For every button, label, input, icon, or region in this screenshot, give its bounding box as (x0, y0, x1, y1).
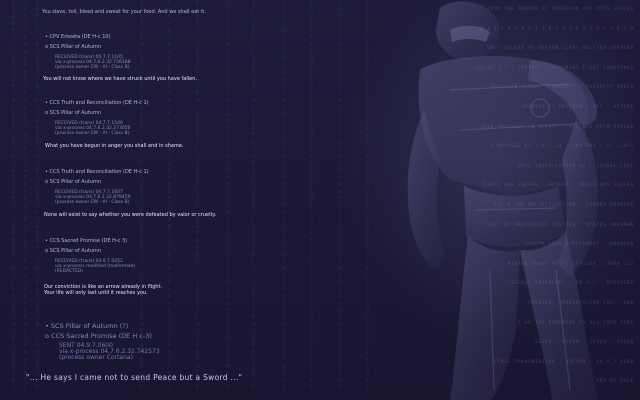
block-1-meta-3: (process owner EW - Al - Class B) (55, 65, 130, 70)
signature-quote: "... He says I came not to send Peace bu… (26, 373, 243, 382)
block-4-quote-line-2: Your life will only last until it reache… (44, 290, 148, 296)
block-4-sender: • CCS Sacred Promise (DE H-c 3) (45, 238, 128, 244)
block-1-sender: • CPV Erkeeta (DE H-c 10) (45, 34, 111, 40)
block-2-recipient: o SCS Pillar of Autumn (45, 110, 102, 116)
final-meta-3: (process owner Cortana) (59, 354, 133, 361)
block-2-quote: What you have begun in anger you shall e… (45, 143, 184, 149)
final-recipient: o CCS Sacred Promise (DE H c-3) (45, 332, 152, 340)
block-4-meta-3: (REDACTED) (55, 269, 84, 274)
block-3-sender: • CCS Truth and Reconciliation (DE H-c 1… (45, 169, 149, 175)
intro-line: You slave, toil, bleed and sweat for you… (42, 9, 206, 15)
block-3-quote: None will exist to say whether you were … (44, 212, 217, 218)
block-4-recipient: o SCS Pillar of Autumn (45, 248, 102, 254)
transmission-log: You slave, toil, bleed and sweat for you… (0, 0, 640, 400)
block-3-meta-3: (process owner EW - Al - Class B) (55, 200, 130, 205)
block-2-meta-3: (process owner EW - Al - Class B) (55, 131, 130, 136)
block-3-recipient: o SCS Pillar of Autumn (45, 179, 102, 185)
block-2-sender: • CCS Truth and Reconciliation (DE H-c 1… (45, 100, 149, 106)
block-1-quote: You will not know where we have struck u… (43, 76, 197, 82)
block-1-recipient: o SCS Pillar of Autumn (45, 44, 102, 50)
final-sender: • SCS Pillar of Autumn (?) (45, 322, 129, 330)
